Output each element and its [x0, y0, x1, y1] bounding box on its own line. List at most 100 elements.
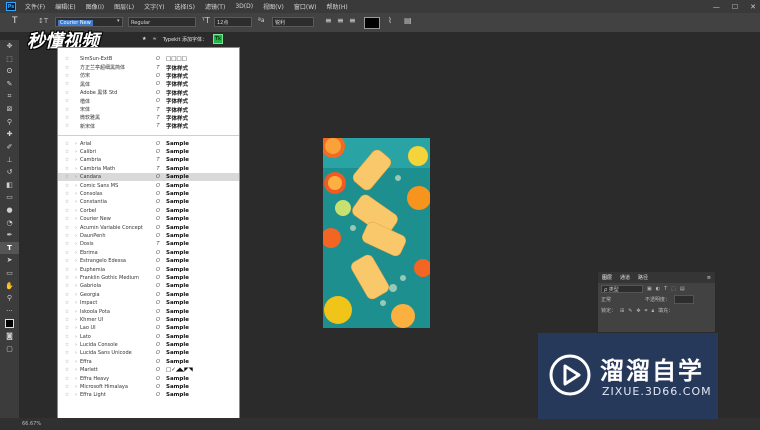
filter-shape-icon[interactable]: ⬚ [671, 286, 676, 292]
font-list-item[interactable]: ☆ › Effra Light O Sample [58, 391, 239, 399]
font-list-item[interactable]: ☆ 仿宋 O 字体样式 [58, 72, 239, 80]
favorite-star-icon[interactable]: ☆ [62, 191, 72, 197]
favorite-star-icon[interactable]: ☆ [62, 267, 72, 273]
pen-tool-icon[interactable]: ✒ [0, 229, 19, 242]
favorite-star-icon[interactable]: ☆ [62, 233, 72, 239]
font-list-item[interactable]: ☆ Adobe 黑体 Std O 字体样式 [58, 89, 239, 97]
favorite-star-icon[interactable]: ☆ [62, 98, 72, 104]
history-brush-icon[interactable]: ↺ [0, 166, 19, 179]
chevron-down-icon[interactable]: ▾ [117, 18, 120, 24]
stamp-tool-icon[interactable]: ⊥ [0, 153, 19, 166]
expand-chevron-icon[interactable]: › [72, 317, 80, 323]
font-list-item[interactable]: ☆ 新宋体 T 字体样式 [58, 122, 239, 130]
font-list-item[interactable]: ☆ › Comic Sans MS O Sample [58, 181, 239, 189]
font-list-item[interactable]: ☆ 微软雅黑 T 字体样式 [58, 114, 239, 122]
expand-chevron-icon[interactable]: › [72, 174, 80, 180]
zoom-level[interactable]: 66.67% [22, 421, 41, 427]
lock-brush-icon[interactable]: ✎ [628, 308, 632, 314]
align-right-icon[interactable]: ≡ [349, 16, 356, 25]
menu-filter[interactable]: 滤镜(T) [200, 2, 230, 11]
font-family-select[interactable]: Courier New [55, 17, 123, 27]
expand-chevron-icon[interactable]: › [72, 157, 80, 163]
more-tools-icon[interactable]: ··· [0, 304, 19, 317]
font-list-item[interactable]: ☆ › Constantia O Sample [58, 198, 239, 206]
font-list-item[interactable]: ☆ › Gabriola O Sample [58, 282, 239, 290]
font-list-item[interactable]: ☆ › Lato O Sample [58, 333, 239, 341]
font-list-item[interactable]: ☆ 宋体 T 字体样式 [58, 105, 239, 114]
expand-chevron-icon[interactable]: › [72, 267, 80, 273]
font-list-item[interactable]: ☆ › Cambria T Sample [58, 156, 239, 164]
expand-chevron-icon[interactable]: › [72, 191, 80, 197]
lock-all-icon[interactable]: 🔒︎ [651, 308, 654, 314]
favorite-star-icon[interactable]: ☆ [62, 183, 72, 189]
favorite-star-icon[interactable]: ☆ [62, 275, 72, 281]
align-center-icon[interactable]: ≡ [337, 16, 344, 25]
expand-chevron-icon[interactable]: › [72, 376, 80, 382]
favorite-star-icon[interactable]: ☆ [62, 166, 72, 172]
menu-type[interactable]: 文字(Y) [139, 2, 169, 11]
favorite-star-icon[interactable]: ☆ [62, 174, 72, 180]
menu-3d[interactable]: 3D(D) [230, 3, 258, 10]
similar-filter-icon[interactable]: ≈ [152, 36, 156, 42]
type-tool-icon[interactable]: T [12, 16, 18, 26]
expand-chevron-icon[interactable]: › [72, 258, 80, 264]
font-list-item[interactable]: ☆ › Arial O Sample [58, 140, 239, 148]
lock-pixels-icon[interactable]: ⊞ [620, 308, 624, 314]
expand-chevron-icon[interactable]: › [72, 359, 80, 365]
font-list-item[interactable]: ☆ › Euphemia O Sample [58, 265, 239, 273]
gradient-tool-icon[interactable]: ▭ [0, 191, 19, 204]
favorite-star-icon[interactable]: ☆ [62, 325, 72, 331]
eraser-tool-icon[interactable]: ◧ [0, 179, 19, 192]
quick-mask-icon[interactable]: ◙ [0, 330, 19, 343]
font-list-item[interactable]: ☆ › Effra Heavy O Sample [58, 374, 239, 382]
font-list-item[interactable]: ☆ › DaunPenh O Sample [58, 232, 239, 240]
eyedropper-tool-icon[interactable]: ⚲ [0, 116, 19, 129]
favorite-star-icon[interactable]: ☆ [62, 359, 72, 365]
font-list-item[interactable]: ☆ › Corbel O Sample [58, 207, 239, 215]
favorite-star-icon[interactable]: ☆ [62, 199, 72, 205]
expand-chevron-icon[interactable]: › [72, 384, 80, 390]
favorite-star-icon[interactable]: ☆ [62, 123, 72, 129]
expand-chevron-icon[interactable]: › [72, 392, 80, 398]
menu-image[interactable]: 图像(I) [81, 2, 109, 11]
favorite-star-icon[interactable]: ☆ [62, 309, 72, 315]
expand-chevron-icon[interactable]: › [72, 250, 80, 256]
font-list-item[interactable]: ☆ › Khmer UI O Sample [58, 316, 239, 324]
favorite-star-icon[interactable]: ☆ [62, 65, 72, 71]
expand-chevron-icon[interactable]: › [72, 342, 80, 348]
favorite-star-icon[interactable]: ☆ [62, 342, 72, 348]
favorite-star-icon[interactable]: ☆ [62, 283, 72, 289]
expand-chevron-icon[interactable]: › [72, 208, 80, 214]
maximize-icon[interactable]: ☐ [732, 3, 738, 11]
favorite-star-icon[interactable]: ☆ [62, 141, 72, 147]
crop-tool-icon[interactable]: ⌗ [0, 90, 19, 103]
move-tool-icon[interactable]: ✥ [0, 40, 19, 53]
type-tool-side-icon[interactable]: T [0, 241, 19, 255]
photoshop-app-icon[interactable]: Ps [6, 2, 16, 11]
favorite-star-icon[interactable]: ☆ [62, 216, 72, 222]
font-list-item[interactable]: ☆ › Marlett O □✓◢◣◤◥ [58, 366, 239, 374]
hand-tool-icon[interactable]: ✋ [0, 279, 19, 292]
menu-layer[interactable]: 图层(L) [109, 2, 139, 11]
favorite-star-icon[interactable]: ☆ [62, 317, 72, 323]
favorite-star-icon[interactable]: ☆ [62, 300, 72, 306]
filter-type-icon[interactable]: T [664, 286, 667, 292]
favorite-star-icon[interactable]: ☆ [62, 157, 72, 163]
favorite-star-icon[interactable]: ☆ [62, 350, 72, 356]
opacity-input[interactable] [674, 295, 695, 304]
font-style-select[interactable]: Regular [128, 17, 196, 27]
tab-paths[interactable]: 路径 [638, 274, 648, 281]
expand-chevron-icon[interactable]: › [72, 233, 80, 239]
minimize-icon[interactable]: — [713, 3, 720, 11]
menu-help[interactable]: 帮助(H) [322, 2, 353, 11]
expand-chevron-icon[interactable]: › [72, 334, 80, 340]
font-list-item[interactable]: ☆ › Lucida Console O Sample [58, 341, 239, 349]
font-list-item[interactable]: ☆ › Franklin Gothic Medium O Sample [58, 274, 239, 282]
close-icon[interactable]: ✕ [750, 3, 756, 11]
menu-edit[interactable]: 编辑(E) [50, 2, 80, 11]
expand-chevron-icon[interactable]: › [72, 241, 80, 247]
font-list-item[interactable]: ☆ › Impact O Sample [58, 299, 239, 307]
font-list-item[interactable]: ☆ › Dosis T Sample [58, 240, 239, 248]
expand-chevron-icon[interactable]: › [72, 166, 80, 172]
marquee-tool-icon[interactable]: ⬚ [0, 53, 19, 66]
